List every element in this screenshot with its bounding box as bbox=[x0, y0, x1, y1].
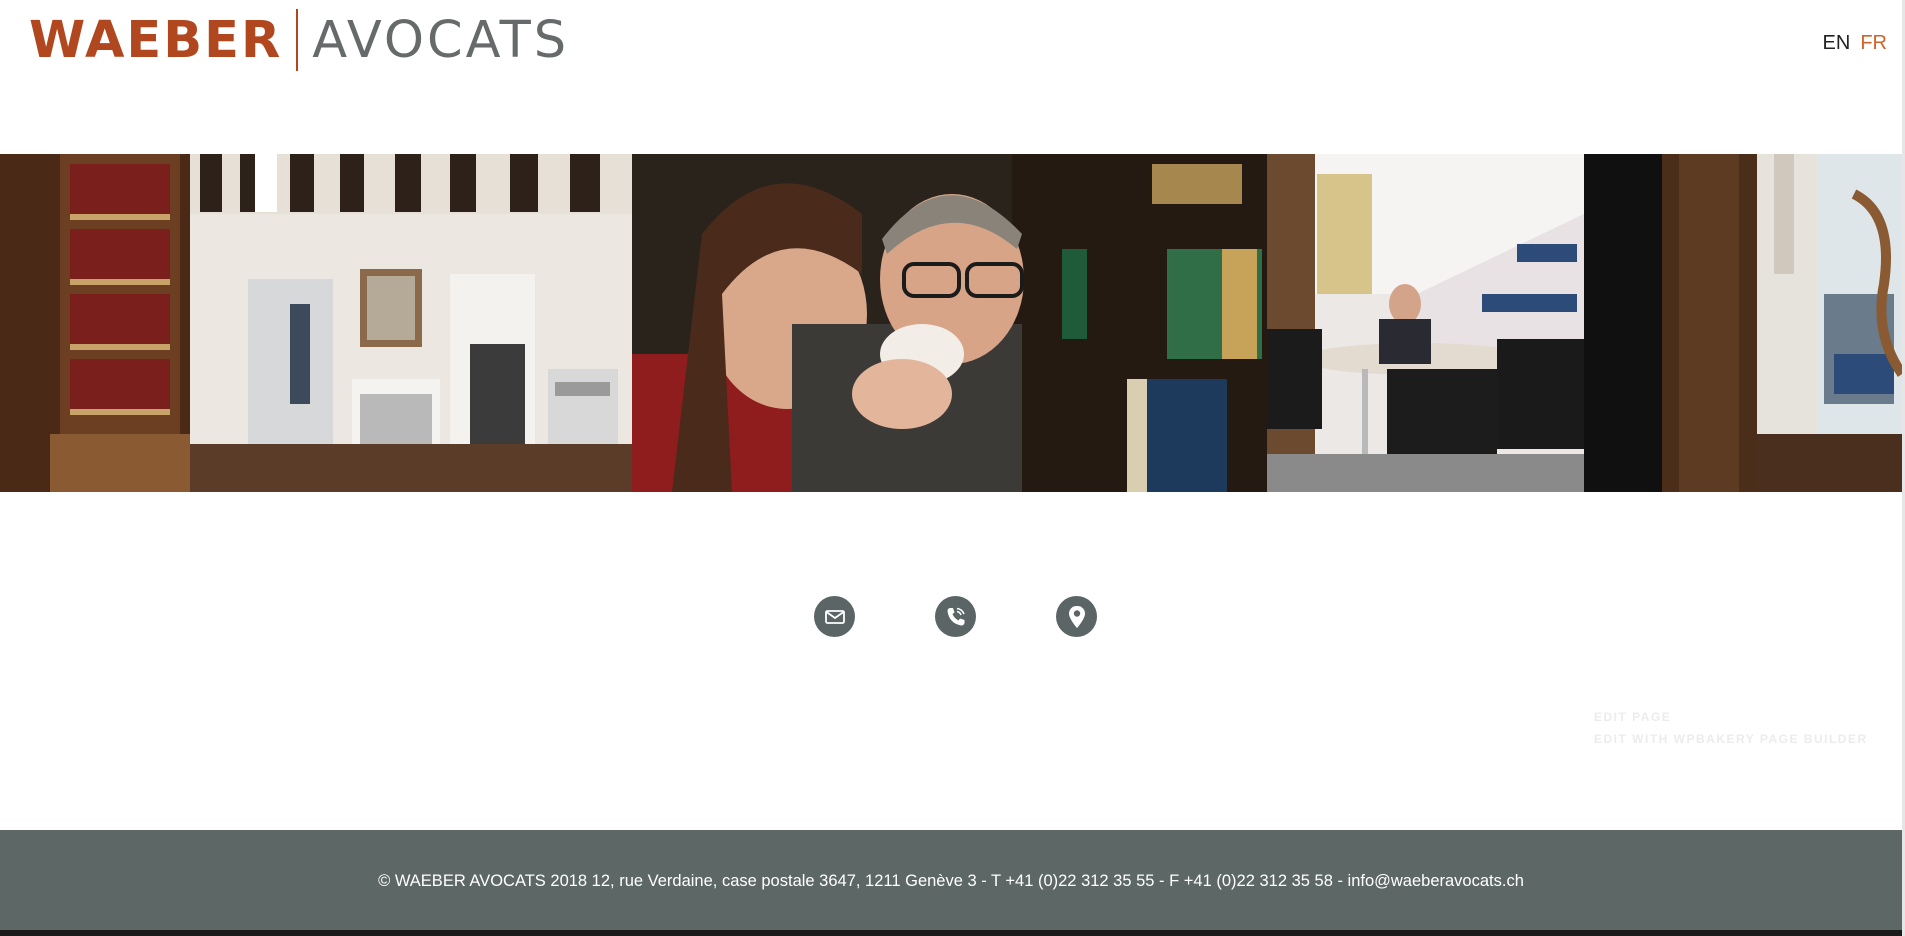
map-pin-icon[interactable] bbox=[1056, 596, 1097, 637]
page: WAEBER AVOCATS EN FR EDIT PAGE EDIT WITH… bbox=[0, 0, 1905, 936]
edit-links: EDIT PAGE EDIT WITH WPBAKERY PAGE BUILDE… bbox=[1594, 710, 1868, 754]
edit-page-link[interactable]: EDIT PAGE bbox=[1594, 710, 1868, 724]
site-logo[interactable]: WAEBER AVOCATS bbox=[29, 8, 569, 72]
phone-icon[interactable] bbox=[935, 596, 976, 637]
staircase-photo bbox=[1584, 154, 1902, 492]
edit-wpbakery-link[interactable]: EDIT WITH WPBAKERY PAGE BUILDER bbox=[1594, 732, 1868, 746]
lawyers-meeting-photo bbox=[632, 154, 1267, 492]
logo-divider bbox=[296, 9, 299, 71]
hero-banner bbox=[0, 154, 1902, 492]
logo-waeber: WAEBER bbox=[29, 10, 283, 70]
lang-fr-link[interactable]: FR bbox=[1860, 32, 1887, 55]
footer-contact-text: © WAEBER AVOCATS 2018 12, rue Verdaine, … bbox=[378, 872, 1524, 890]
logo-avocats: AVOCATS bbox=[312, 10, 570, 70]
site-footer: © WAEBER AVOCATS 2018 12, rue Verdaine, … bbox=[0, 830, 1902, 930]
conference-room-photo bbox=[1267, 154, 1584, 492]
lang-en-link[interactable]: EN bbox=[1823, 32, 1851, 55]
envelope-icon[interactable] bbox=[814, 596, 855, 637]
language-switcher: EN FR bbox=[1823, 32, 1887, 55]
contact-icons bbox=[814, 596, 1097, 637]
office-corridor-photo bbox=[0, 154, 632, 492]
bottom-strip bbox=[0, 930, 1902, 936]
